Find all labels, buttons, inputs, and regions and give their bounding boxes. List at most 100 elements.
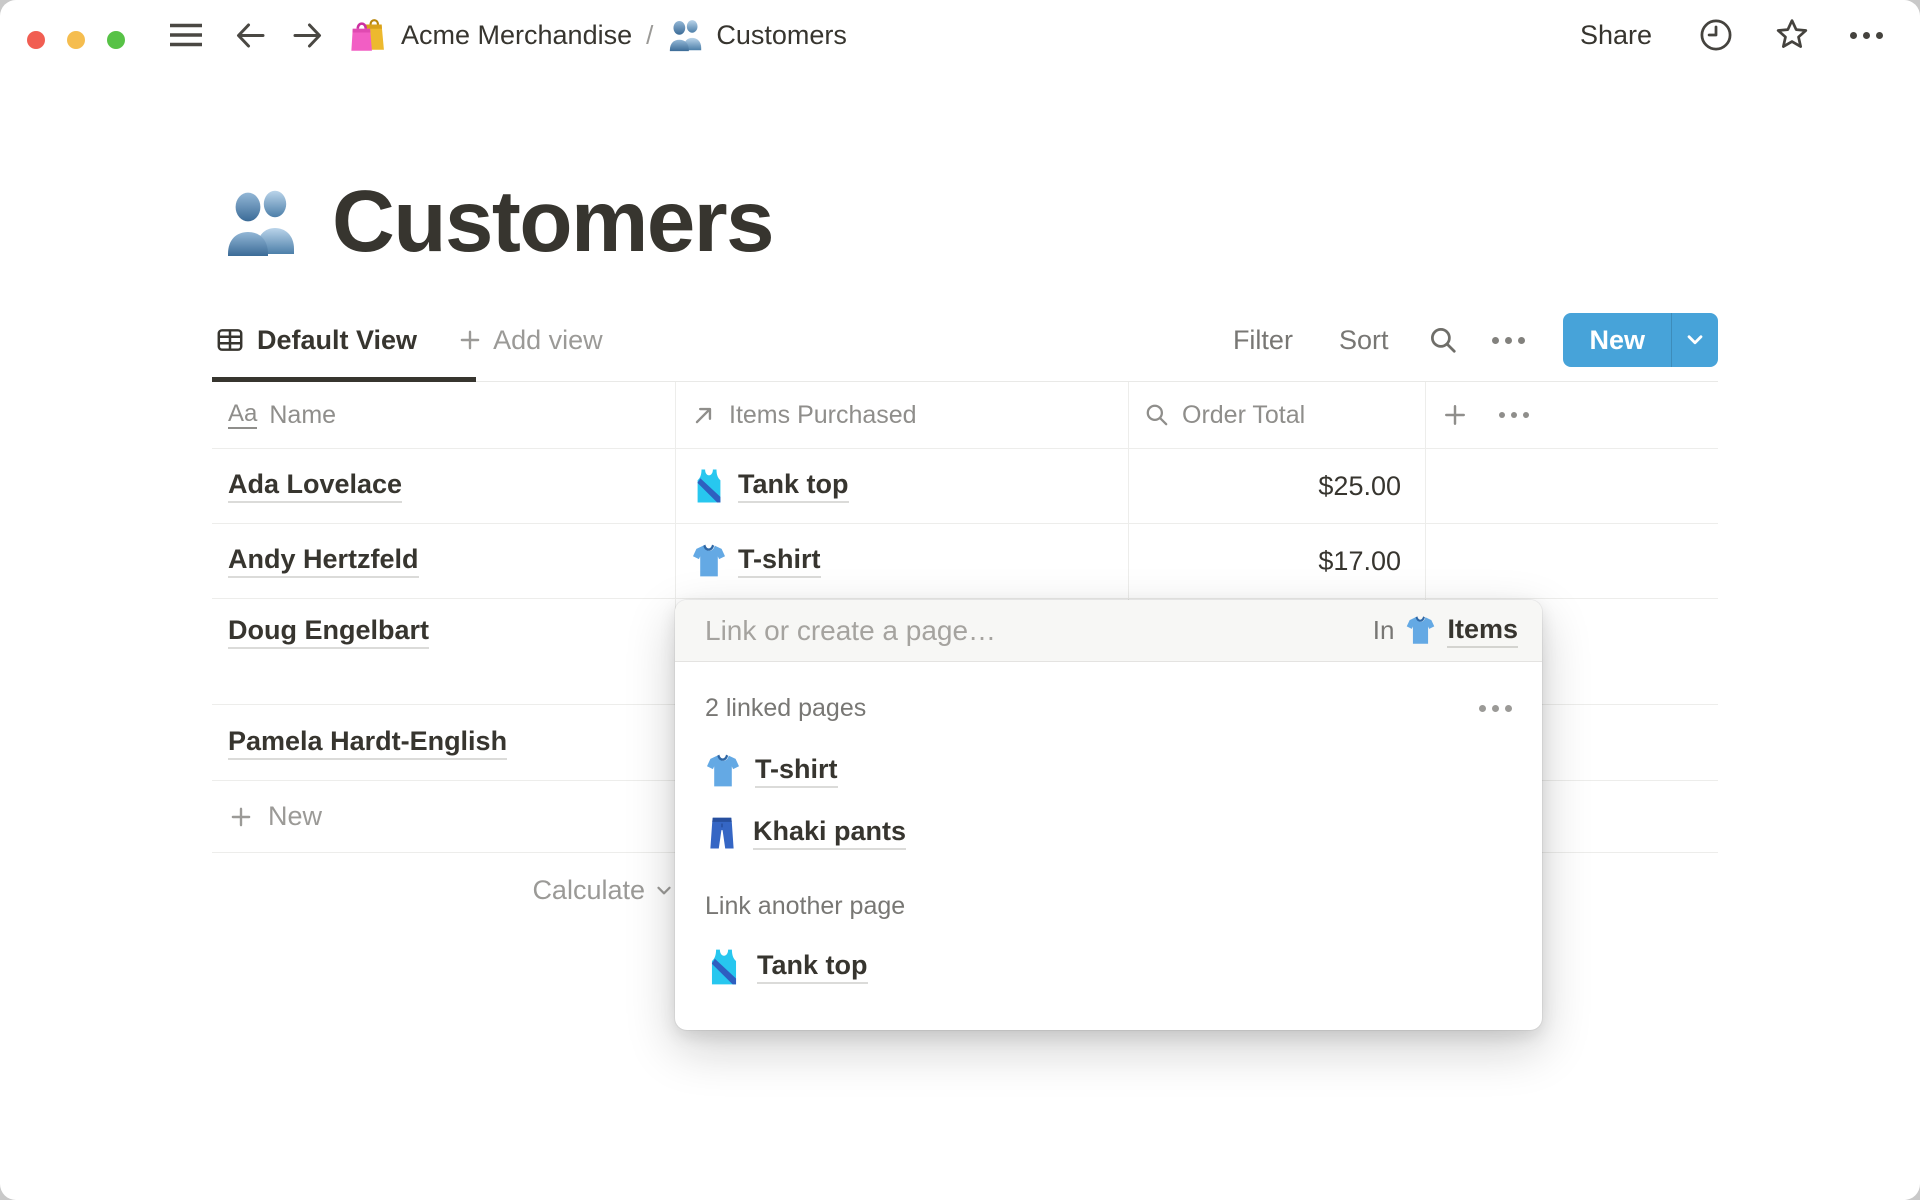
link-page-search-input[interactable]	[675, 600, 1373, 661]
relation-arrow-icon	[695, 407, 712, 424]
table-header-row: Aa Name Items Purchased Order Total	[212, 382, 1718, 449]
name-cell[interactable]: Andy Hertzfeld	[212, 524, 675, 598]
forward-button[interactable]	[291, 19, 324, 52]
filter-button[interactable]: Filter	[1227, 324, 1299, 357]
empty-cell[interactable]	[1425, 524, 1718, 598]
traffic-lights	[27, 31, 125, 49]
table-view-icon	[217, 329, 243, 351]
minimize-window-button[interactable]	[67, 31, 85, 49]
tab-default-view[interactable]: Default View	[212, 325, 421, 356]
item-link[interactable]: T-shirt	[738, 544, 821, 578]
row-name: Andy Hertzfeld	[228, 544, 419, 578]
favorite-button[interactable]	[1774, 17, 1810, 53]
name-cell[interactable]: Ada Lovelace	[212, 449, 675, 523]
breadcrumb-workspace-label: Acme Merchandise	[401, 19, 633, 50]
sidebar-menu-button[interactable]	[168, 20, 204, 50]
arrow-right-icon	[293, 23, 321, 47]
column-header-name[interactable]: Aa Name	[212, 382, 675, 448]
column-header-label: Order Total	[1182, 400, 1306, 429]
ellipsis-icon	[1850, 31, 1883, 39]
back-button[interactable]	[234, 19, 267, 52]
suggested-page-item[interactable]: Tank top	[675, 936, 1542, 998]
linked-page-label: T-shirt	[755, 754, 838, 788]
view-options-button[interactable]	[1492, 336, 1526, 344]
order-total-cell[interactable]: $17.00	[1128, 524, 1425, 598]
ellipsis-icon	[1499, 412, 1529, 418]
page-title[interactable]: Customers	[332, 178, 774, 265]
plus-icon	[1445, 405, 1465, 425]
column-header-order-total[interactable]: Order Total	[1128, 382, 1425, 448]
table-header-extra	[1425, 382, 1718, 448]
breadcrumb-separator: /	[646, 19, 654, 50]
people-icon	[667, 16, 705, 54]
items-purchased-cell[interactable]: Tank top	[675, 449, 1128, 523]
database-toolbar: Default View Add view Filter Sort New	[212, 303, 1718, 377]
column-header-label: Items Purchased	[729, 400, 917, 429]
tank-top-icon	[705, 948, 743, 986]
active-tab-underline	[212, 377, 476, 382]
breadcrumb-workspace[interactable]: Acme Merchandise	[348, 14, 632, 56]
new-record-dropdown-button[interactable]	[1671, 313, 1718, 367]
tank-top-icon	[691, 468, 727, 504]
more-options-button[interactable]	[1850, 31, 1883, 39]
item-link[interactable]: Tank top	[738, 469, 849, 503]
row-name: Pamela Hardt-English	[228, 726, 508, 760]
name-cell[interactable]: Doug Engelbart	[212, 599, 675, 704]
linked-page-label: Khaki pants	[753, 816, 907, 850]
breadcrumb-page-label: Customers	[716, 19, 847, 50]
scope-prefix: In	[1372, 615, 1395, 645]
row-name: Doug Engelbart	[228, 615, 429, 649]
table-row: Ada Lovelace Tank top $25.00	[212, 449, 1718, 524]
star-icon	[1776, 19, 1808, 48]
sort-button[interactable]: Sort	[1333, 324, 1395, 357]
search-button[interactable]	[1428, 325, 1458, 355]
popup-scope: In Items	[1373, 614, 1542, 648]
add-column-button[interactable]	[1441, 401, 1469, 429]
linked-pages-options-button[interactable]	[1479, 704, 1512, 712]
name-cell[interactable]: Pamela Hardt-English	[212, 705, 675, 780]
linked-pages-section-header: 2 linked pages	[675, 692, 1542, 724]
rollup-search-icon	[1146, 404, 1168, 426]
breadcrumb: Acme Merchandise / Customers	[348, 14, 847, 56]
text-property-icon: Aa	[228, 400, 258, 429]
items-purchased-cell[interactable]: T-shirt	[675, 524, 1128, 598]
t-shirt-icon	[691, 543, 727, 579]
calculate-label: Calculate	[532, 874, 645, 905]
new-record-button-group: New	[1563, 313, 1718, 367]
suggested-page-label: Tank top	[757, 950, 868, 984]
shopping-bags-icon	[348, 14, 390, 56]
linked-page-item[interactable]: Khaki pants	[675, 802, 1542, 864]
zoom-window-button[interactable]	[107, 31, 125, 49]
row-name: Ada Lovelace	[228, 469, 403, 503]
plus-icon	[231, 807, 251, 826]
popup-search-row: In Items	[675, 600, 1542, 662]
t-shirt-icon	[1405, 615, 1436, 646]
window-titlebar: Acme Merchandise / Customers Share	[0, 0, 1920, 70]
arrow-left-icon	[237, 23, 265, 47]
add-view-label: Add view	[493, 324, 603, 355]
linked-page-item[interactable]: T-shirt	[675, 740, 1542, 802]
empty-cell[interactable]	[1425, 449, 1718, 523]
people-icon[interactable]	[222, 182, 302, 262]
t-shirt-icon	[705, 753, 741, 789]
table-row: Andy Hertzfeld T-shirt $17.00	[212, 524, 1718, 599]
new-record-button[interactable]: New	[1563, 313, 1671, 367]
scope-database-link[interactable]: Items	[1447, 614, 1518, 648]
app-window: Acme Merchandise / Customers Share Custo…	[0, 0, 1920, 1200]
add-view-button[interactable]: Add view	[457, 325, 603, 356]
ellipsis-icon	[1479, 704, 1512, 712]
close-window-button[interactable]	[27, 31, 45, 49]
plus-icon	[460, 330, 480, 350]
hamburger-icon	[170, 23, 202, 47]
chevron-down-icon	[657, 886, 671, 895]
calculate-button[interactable]: Calculate	[212, 853, 695, 927]
share-button[interactable]: Share	[1574, 19, 1658, 52]
link-another-page-label: Link another page	[705, 891, 906, 920]
table-options-button[interactable]	[1499, 412, 1529, 418]
breadcrumb-page[interactable]: Customers	[667, 16, 847, 54]
updates-button[interactable]	[1698, 17, 1734, 53]
column-header-items-purchased[interactable]: Items Purchased	[675, 382, 1128, 448]
order-total-cell[interactable]: $25.00	[1128, 449, 1425, 523]
order-total-value: $17.00	[1318, 545, 1401, 576]
jeans-icon	[705, 816, 739, 850]
